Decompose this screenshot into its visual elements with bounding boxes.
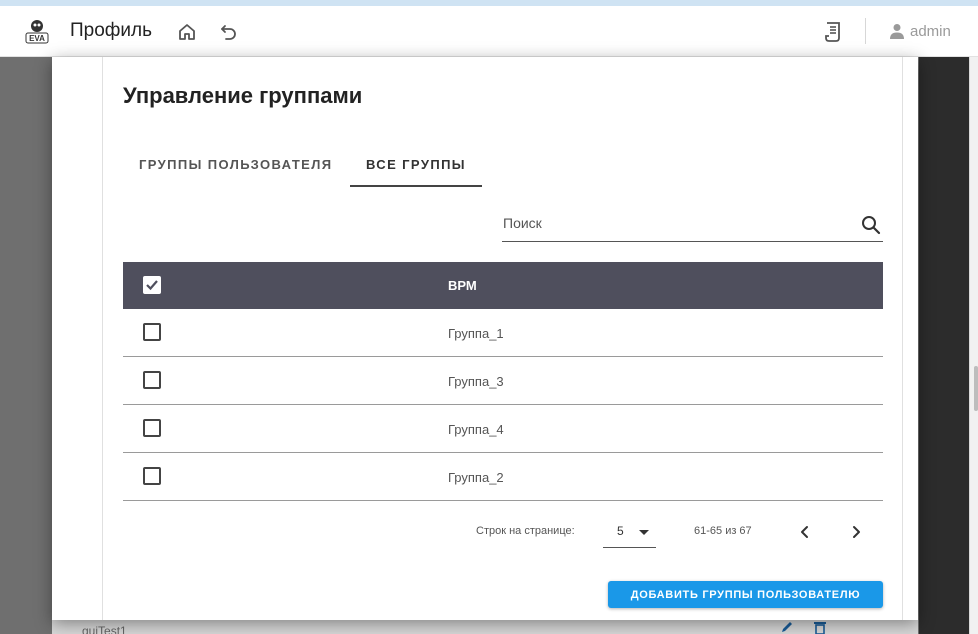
search-input[interactable]: Поиск [503,215,542,231]
add-groups-button[interactable]: ДОБАВИТЬ ГРУППЫ ПОЛЬЗОВАТЕЛЮ [608,581,883,608]
page-title: Профиль [70,20,153,41]
table-row[interactable]: Группа_1 [123,309,883,357]
chevron-left-icon[interactable] [798,523,812,541]
row-checkbox[interactable] [143,419,161,437]
home-icon[interactable] [178,23,196,41]
search-underline [502,241,883,242]
table-header: ВРМ [123,262,883,309]
table-row[interactable]: Группа_3 [123,357,883,405]
check-icon [146,280,158,291]
background-row-text: guiTest1 [82,624,127,634]
undo-icon[interactable] [220,22,238,40]
table-row[interactable]: Группа_4 [123,405,883,453]
appbar-divider [865,18,866,44]
rows-per-page-select[interactable]: 5 [603,519,656,548]
page-scrollbar-thumb[interactable] [974,366,978,411]
eva-logo[interactable]: EVA [24,18,50,44]
row-group-name: Группа_1 [448,326,504,341]
dialog-title: Управление группами [123,83,363,108]
row-checkbox[interactable] [143,371,161,389]
document-icon[interactable] [823,21,843,43]
page-scrollbar[interactable] [969,57,978,634]
row-group-name: Группа_4 [448,422,504,437]
user-icon[interactable] [889,23,905,39]
row-group-name: Группа_3 [448,374,504,389]
group-management-dialog: Управление группами ГРУППЫ ПОЛЬЗОВАТЕЛЯ … [52,57,918,620]
edit-icon[interactable] [780,620,796,634]
row-checkbox[interactable] [143,323,161,341]
logo-text: EVA [29,34,45,43]
caret-down-icon [639,530,649,535]
rows-per-page-value: 5 [617,524,624,538]
column-header-vrm[interactable]: ВРМ [448,278,477,293]
tab-user-groups[interactable]: ГРУППЫ ПОЛЬЗОВАТЕЛЯ [139,157,333,172]
user-name[interactable]: admin [910,23,951,40]
pagination-range: 61-65 из 67 [694,525,752,537]
table-row[interactable]: Группа_2 [123,453,883,501]
rows-per-page-label: Строк на странице: [476,525,575,537]
app-bar: EVA Профиль admin [0,6,978,57]
tab-all-groups[interactable]: ВСЕ ГРУППЫ [366,157,466,172]
delete-icon[interactable] [812,620,828,634]
chevron-right-icon[interactable] [849,523,863,541]
row-checkbox[interactable] [143,467,161,485]
select-all-checkbox[interactable] [143,276,161,294]
row-group-name: Группа_2 [448,470,504,485]
active-tab-indicator [350,185,482,187]
search-icon[interactable] [861,215,881,235]
